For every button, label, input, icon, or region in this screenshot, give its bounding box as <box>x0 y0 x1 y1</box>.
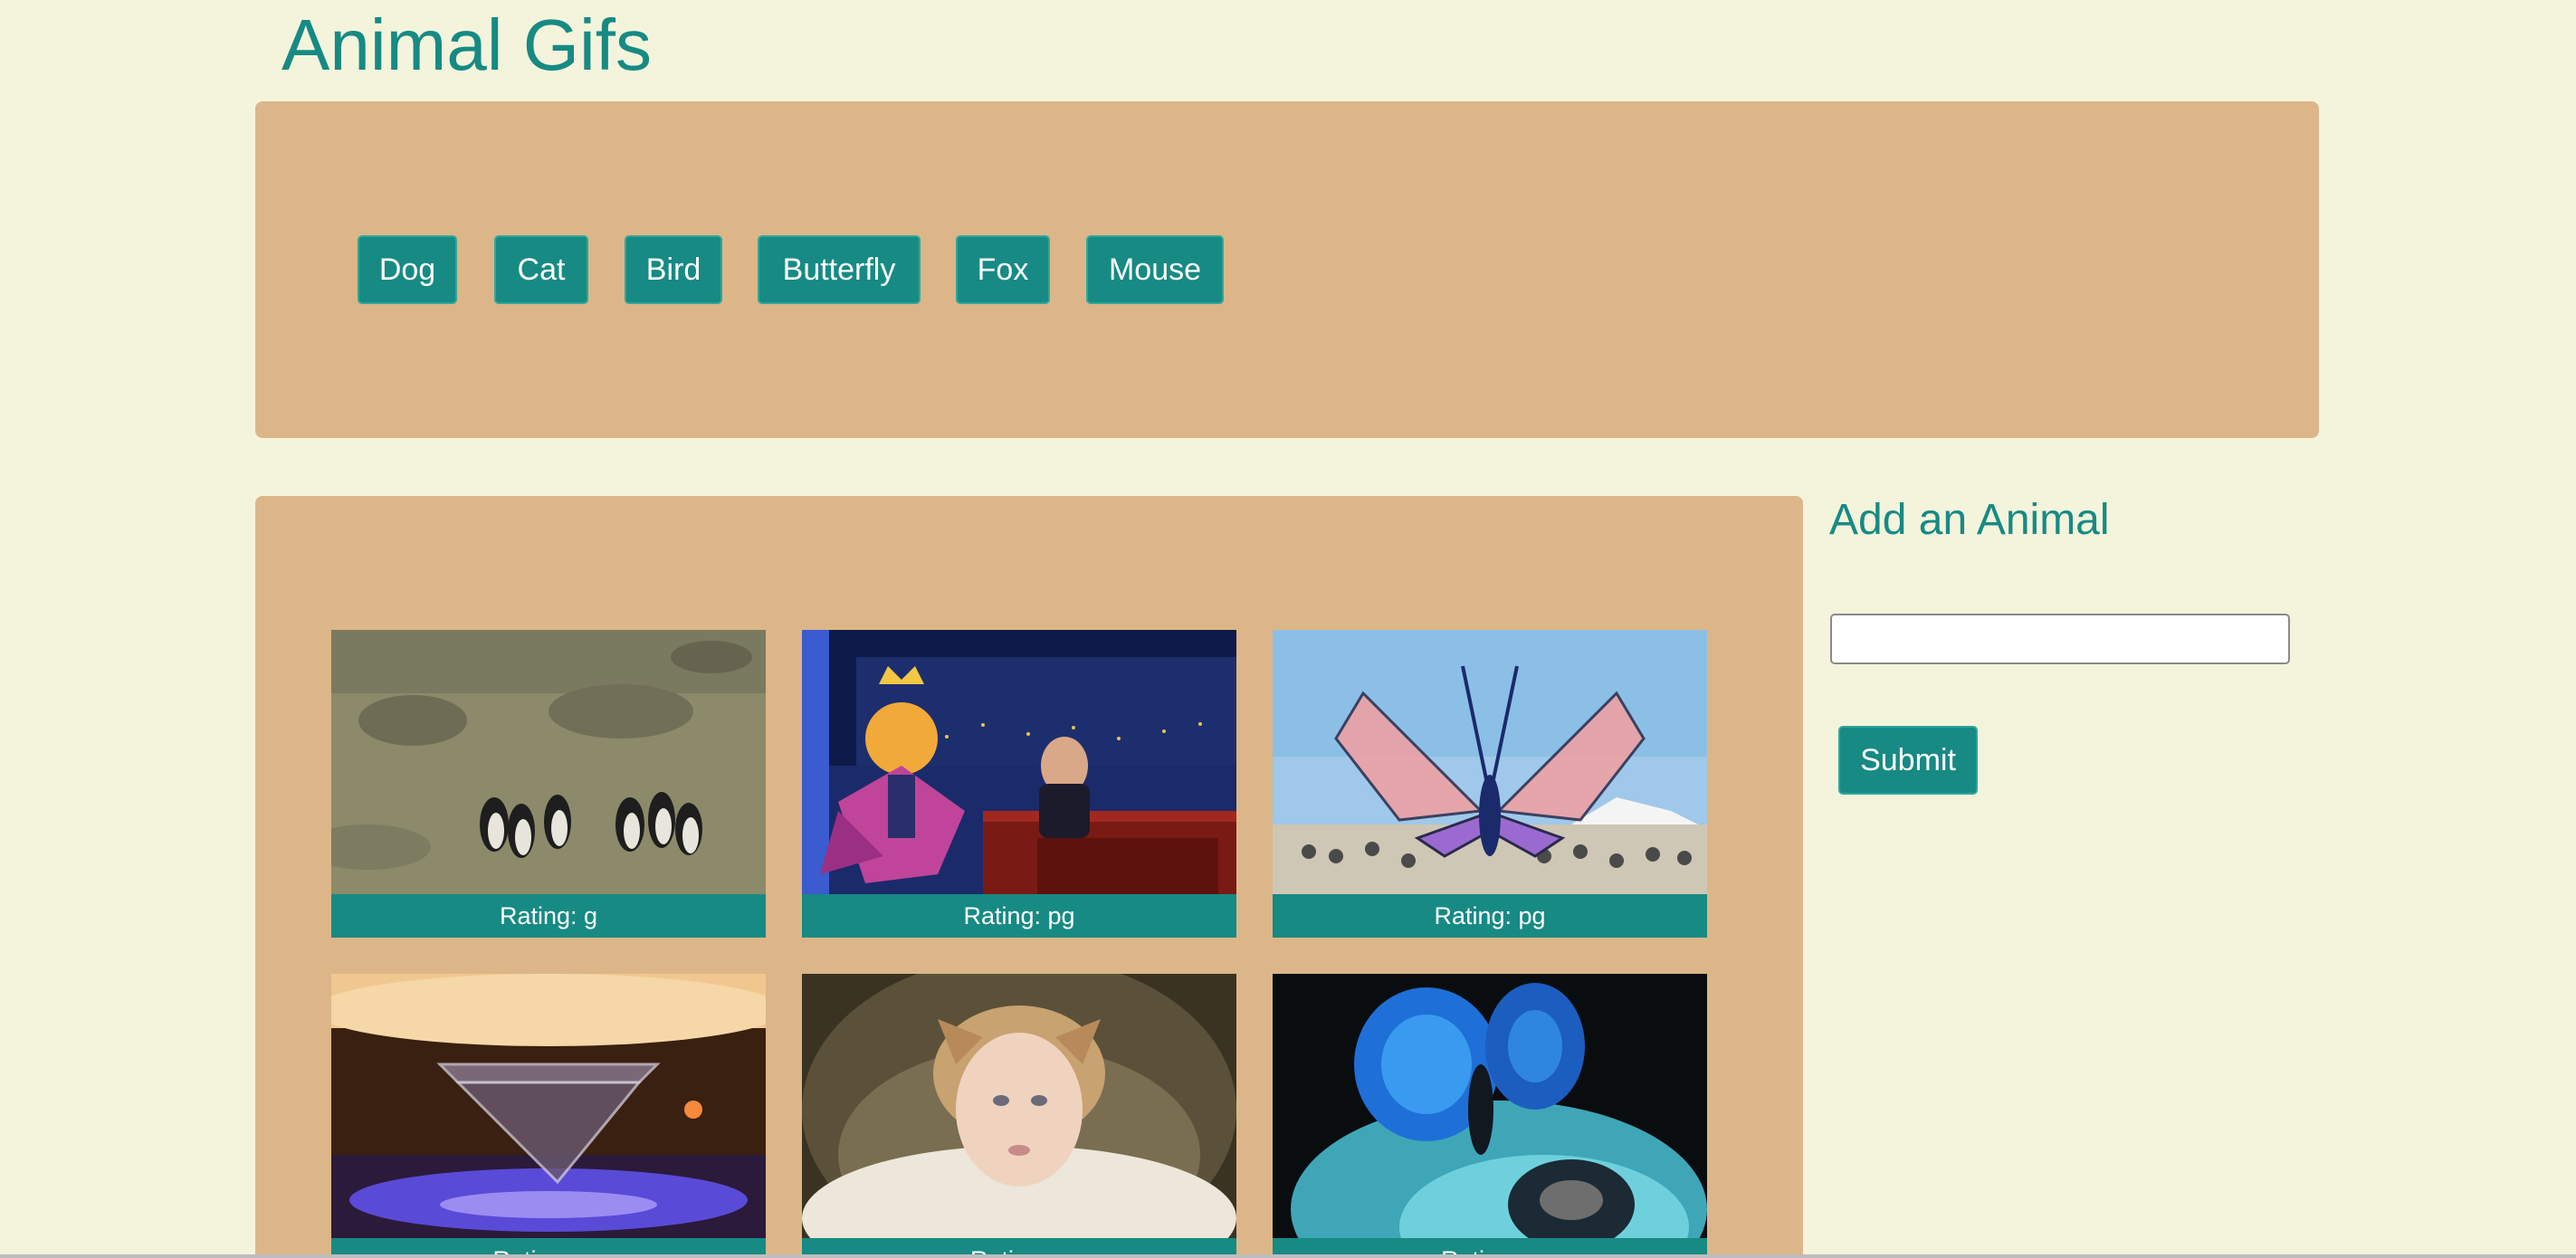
gif-image-penguins[interactable] <box>331 630 766 894</box>
animal-button-cat[interactable]: Cat <box>494 235 588 304</box>
animal-name-input[interactable] <box>1830 614 2290 664</box>
viewport-bottom-edge <box>0 1254 2576 1258</box>
add-animal-title: Add an Animal <box>1829 496 2110 544</box>
submit-button[interactable]: Submit <box>1838 726 1978 795</box>
animal-button-butterfly[interactable]: Butterfly <box>758 235 921 304</box>
gif-card: Rating: pg <box>802 630 1236 938</box>
gif-image-butterfly-sculpture[interactable] <box>1273 630 1707 894</box>
gif-card: Rating: pg <box>1273 630 1707 938</box>
animal-button-dog[interactable]: Dog <box>358 235 457 304</box>
gif-image-blue-butterfly[interactable] <box>1273 974 1707 1238</box>
gif-rating: Rating: g <box>331 894 766 938</box>
gif-card: Rating: g <box>1273 974 1707 1258</box>
page-title: Animal Gifs <box>281 5 652 85</box>
animal-buttons-panel: Dog Cat Bird Butterfly Fox Mouse <box>255 101 2319 438</box>
gif-image-butterfly-hair[interactable] <box>802 974 1236 1238</box>
animal-button-bird[interactable]: Bird <box>625 235 722 304</box>
gif-rating: Rating: pg <box>1273 894 1707 938</box>
gifs-panel: Rating: g Rating: pg Rating: pg <box>255 496 1803 1258</box>
gif-card: Rating: g <box>331 630 766 938</box>
animal-button-fox[interactable]: Fox <box>956 235 1050 304</box>
page: Animal Gifs Dog Cat Bird Butterfly Fox M… <box>0 0 2576 1258</box>
gif-card: Rating: g <box>802 974 1236 1258</box>
gif-rating: Rating: pg <box>802 894 1236 938</box>
gif-card: Rating: pg <box>331 974 766 1258</box>
gif-image-prism[interactable] <box>331 974 766 1238</box>
animal-button-mouse[interactable]: Mouse <box>1086 235 1224 304</box>
gif-image-talk-show[interactable] <box>802 630 1236 894</box>
